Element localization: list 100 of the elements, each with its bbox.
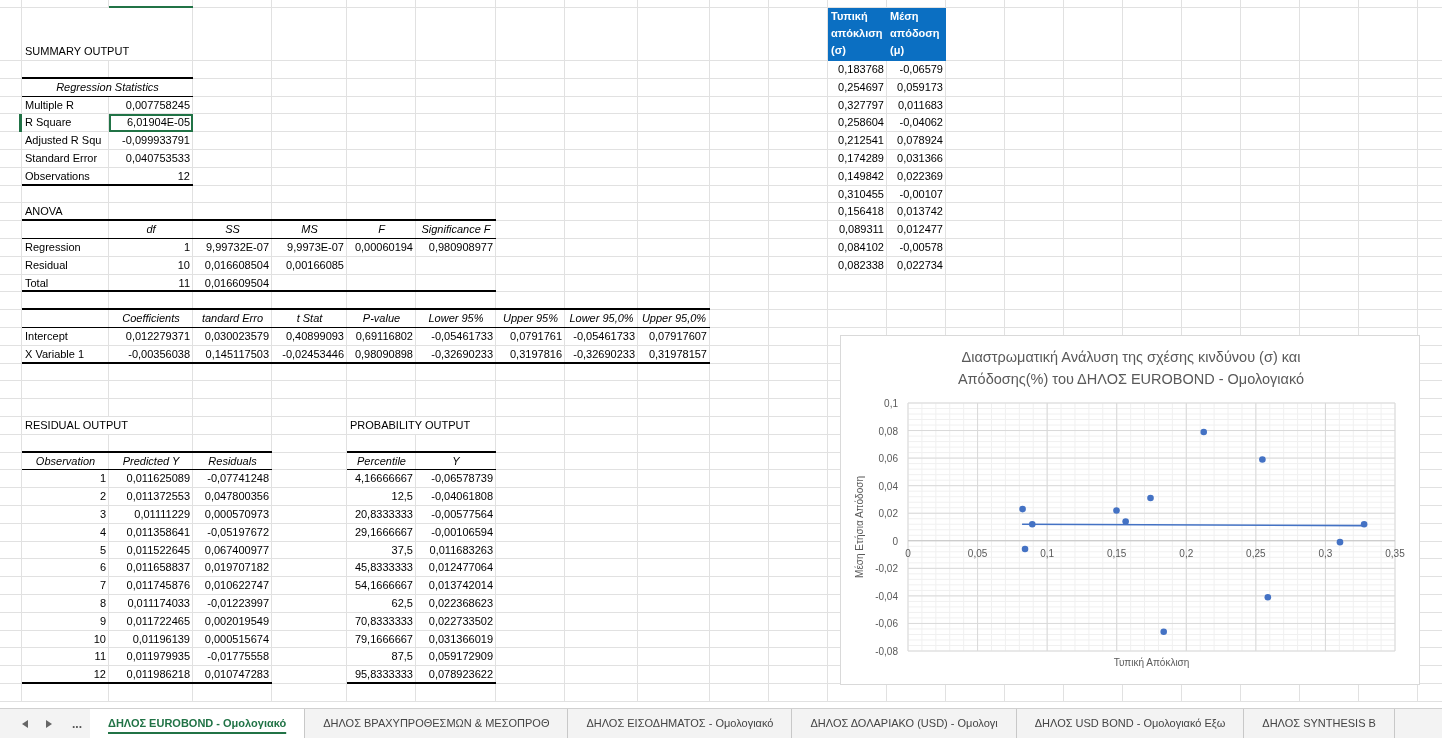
table-cell-text: 0,012477 [896,222,944,238]
row-label: Regression [24,239,82,255]
table-cell-text: 10 [92,631,107,647]
sheet-tab[interactable]: ΔΗΛΟΣ USD BOND - Ομολογιακό Εξω [1016,709,1245,738]
table-cell-text: -0,06579 [898,62,944,77]
axis-tick-label: 0,1 [884,398,898,409]
table-cell-text: 0,019707182 [203,560,270,576]
table-cell-text: 0,011745876 [125,578,191,594]
section-title: PROBABILITY OUTPUT [349,417,472,433]
table-cell-text: -0,00107 [898,186,944,202]
table-cell-text: 0,078923622 [427,667,494,683]
axis-tick-label: 0,04 [878,480,898,492]
sheet-tab[interactable]: ΔΗΛΟΣ SYNTHESIS B [1244,709,1395,738]
section-title: SUMMARY OUTPUT [24,44,131,59]
table-cell-text: 9 [98,613,107,629]
table-cell-text: 0,174289 [837,151,885,166]
table-cell-text: 0,183768 [837,62,885,77]
row-label: Total [24,275,50,291]
row-label: Intercept [24,328,69,344]
column-header: Predicted Y [121,453,181,469]
axis-tick-label: 0,06 [878,453,898,465]
axis-tick-label: 0,25 [1246,547,1266,559]
table-cell-text: 12,5 [390,489,414,505]
table-cell-text: 0,327797 [837,97,885,113]
table-cell-text: 3 [98,506,107,522]
table-cell-text: 0,07917607 [647,328,708,344]
table-cell-text: 0,012279371 [124,328,191,344]
table-cell-text: 79,1666667 [353,631,414,647]
table-cell-text: 0,011979935 [125,649,191,665]
table-cell-text: 0,059172909 [427,649,494,665]
table-cell-text: 6 [98,560,107,576]
table-cell-text: 9,99732E-07 [205,239,270,255]
axis-tick-label: -0,02 [875,563,898,575]
table-cell-text: -0,07741248 [206,471,270,487]
table-cell-text: 0,016608504 [203,257,270,273]
scroll-left-icon[interactable] [22,719,28,728]
table-cell-text: 0,01196139 [131,631,191,647]
axis-tick-label: 0,3 [1318,547,1333,559]
table-cell-text: -0,00356038 [127,346,191,362]
scroll-right-icon[interactable] [46,719,52,728]
sheet-tab[interactable]: ΔΗΛΟΣ ΕΙΣΟΔΗΜΑΤΟΣ - Ομολογιακό [568,709,793,738]
table-cell-text: 8 [98,595,107,611]
table-cell-text: 0,145117503 [204,346,270,362]
column-header: SS [224,222,241,238]
data-point [1028,520,1036,528]
table-cell-text: 0,0791761 [509,328,563,344]
table-cell-text: 2 [98,489,107,505]
table-cell-text: -0,04061808 [430,489,494,505]
table-cell-text: 0,089311 [837,222,885,238]
chart-title: Διαστρωματική Ανάλυση της σχέσης κινδύνου (σ) και Απόδοσης(%) του ΔΗΛΟΣ EUROBOND - Ομολογιακό [956,348,1306,389]
table-cell-text: -0,32690233 [430,346,494,362]
table-cell-text: -0,05461733 [430,328,494,344]
data-point [1160,628,1167,635]
sheet-tab[interactable]: ΔΗΛΟΣ ΒΡΑΧΥΠΡΟΘΕΣΜΩΝ & ΜΕΣΟΠΡΟΘ [305,709,569,738]
table-cell-text: 0,212541 [837,133,885,149]
table-cell-text: 0,69116802 [354,328,414,344]
column-header: t Stat [295,311,324,327]
axis-tick-label: 0,1 [1040,547,1055,559]
table-cell-text: 0,011722465 [125,613,191,629]
table-cell-text: 0,258604 [837,115,885,131]
table-cell-text: 0,40899093 [284,328,345,344]
table-cell-text: 12 [92,667,107,683]
data-point [1264,593,1272,601]
table-cell-text: -0,01223997 [206,595,270,611]
column-header: tandard Erro [200,311,265,327]
column-header: Lower 95,0% [568,311,635,327]
table-cell-text: -0,01775558 [206,649,270,665]
table-title: Regression Statistics [55,79,160,95]
table-cell-text: 0,149842 [837,168,885,184]
column-header: Τυπική απόκλιση (σ) [828,8,887,61]
table-cell-text: 0,030023579 [203,328,270,344]
data-point [1336,538,1344,546]
table-cell-text: 0,010747283 [203,667,270,683]
table-cell-text: 0,013742 [896,204,944,220]
axis-tick-label: -0,06 [875,618,898,630]
table-cell-text: 0,084102 [837,239,885,255]
table-cell-text: 0,000515674 [203,631,270,647]
column-header: MS [300,222,319,238]
data-point [1113,507,1120,514]
table-cell-text: 0,022733502 [427,613,494,629]
column-header: Μέση απόδοση (μ) [887,8,946,61]
table-cell-text: 4,16666667 [353,471,414,487]
table-cell-text: 0,310455 [837,186,885,202]
table-cell-text: 0,031366 [896,151,944,166]
sheet-tab[interactable]: ΔΗΛΟΣ ΔΟΛΑΡΙΑΚΟ (USD) - Ομολογι [792,709,1017,738]
table-cell-text: 0,022369 [896,168,944,184]
data-point [1021,545,1029,553]
more-sheets-button[interactable]: ... [70,713,84,734]
table-cell-text: 1 [98,471,107,487]
table-cell-text: 0,011372553 [125,489,191,505]
table-cell-text: 12 [176,168,191,184]
sheet-tab[interactable]: ΔΗΛΟΣ EUROBOND - Ομολογιακό [90,709,306,738]
table-cell-text: 0,011658837 [125,560,191,576]
data-point [1200,428,1208,436]
table-cell-text: 0,3197816 [509,346,563,362]
axis-tick-label: -0,04 [875,590,898,602]
axis-tick-label: 0 [892,535,898,547]
table-cell-text: 0,067400977 [203,542,270,558]
table-cell-text: 0,022734 [896,257,944,273]
table-cell-text: -0,00578 [898,239,944,255]
